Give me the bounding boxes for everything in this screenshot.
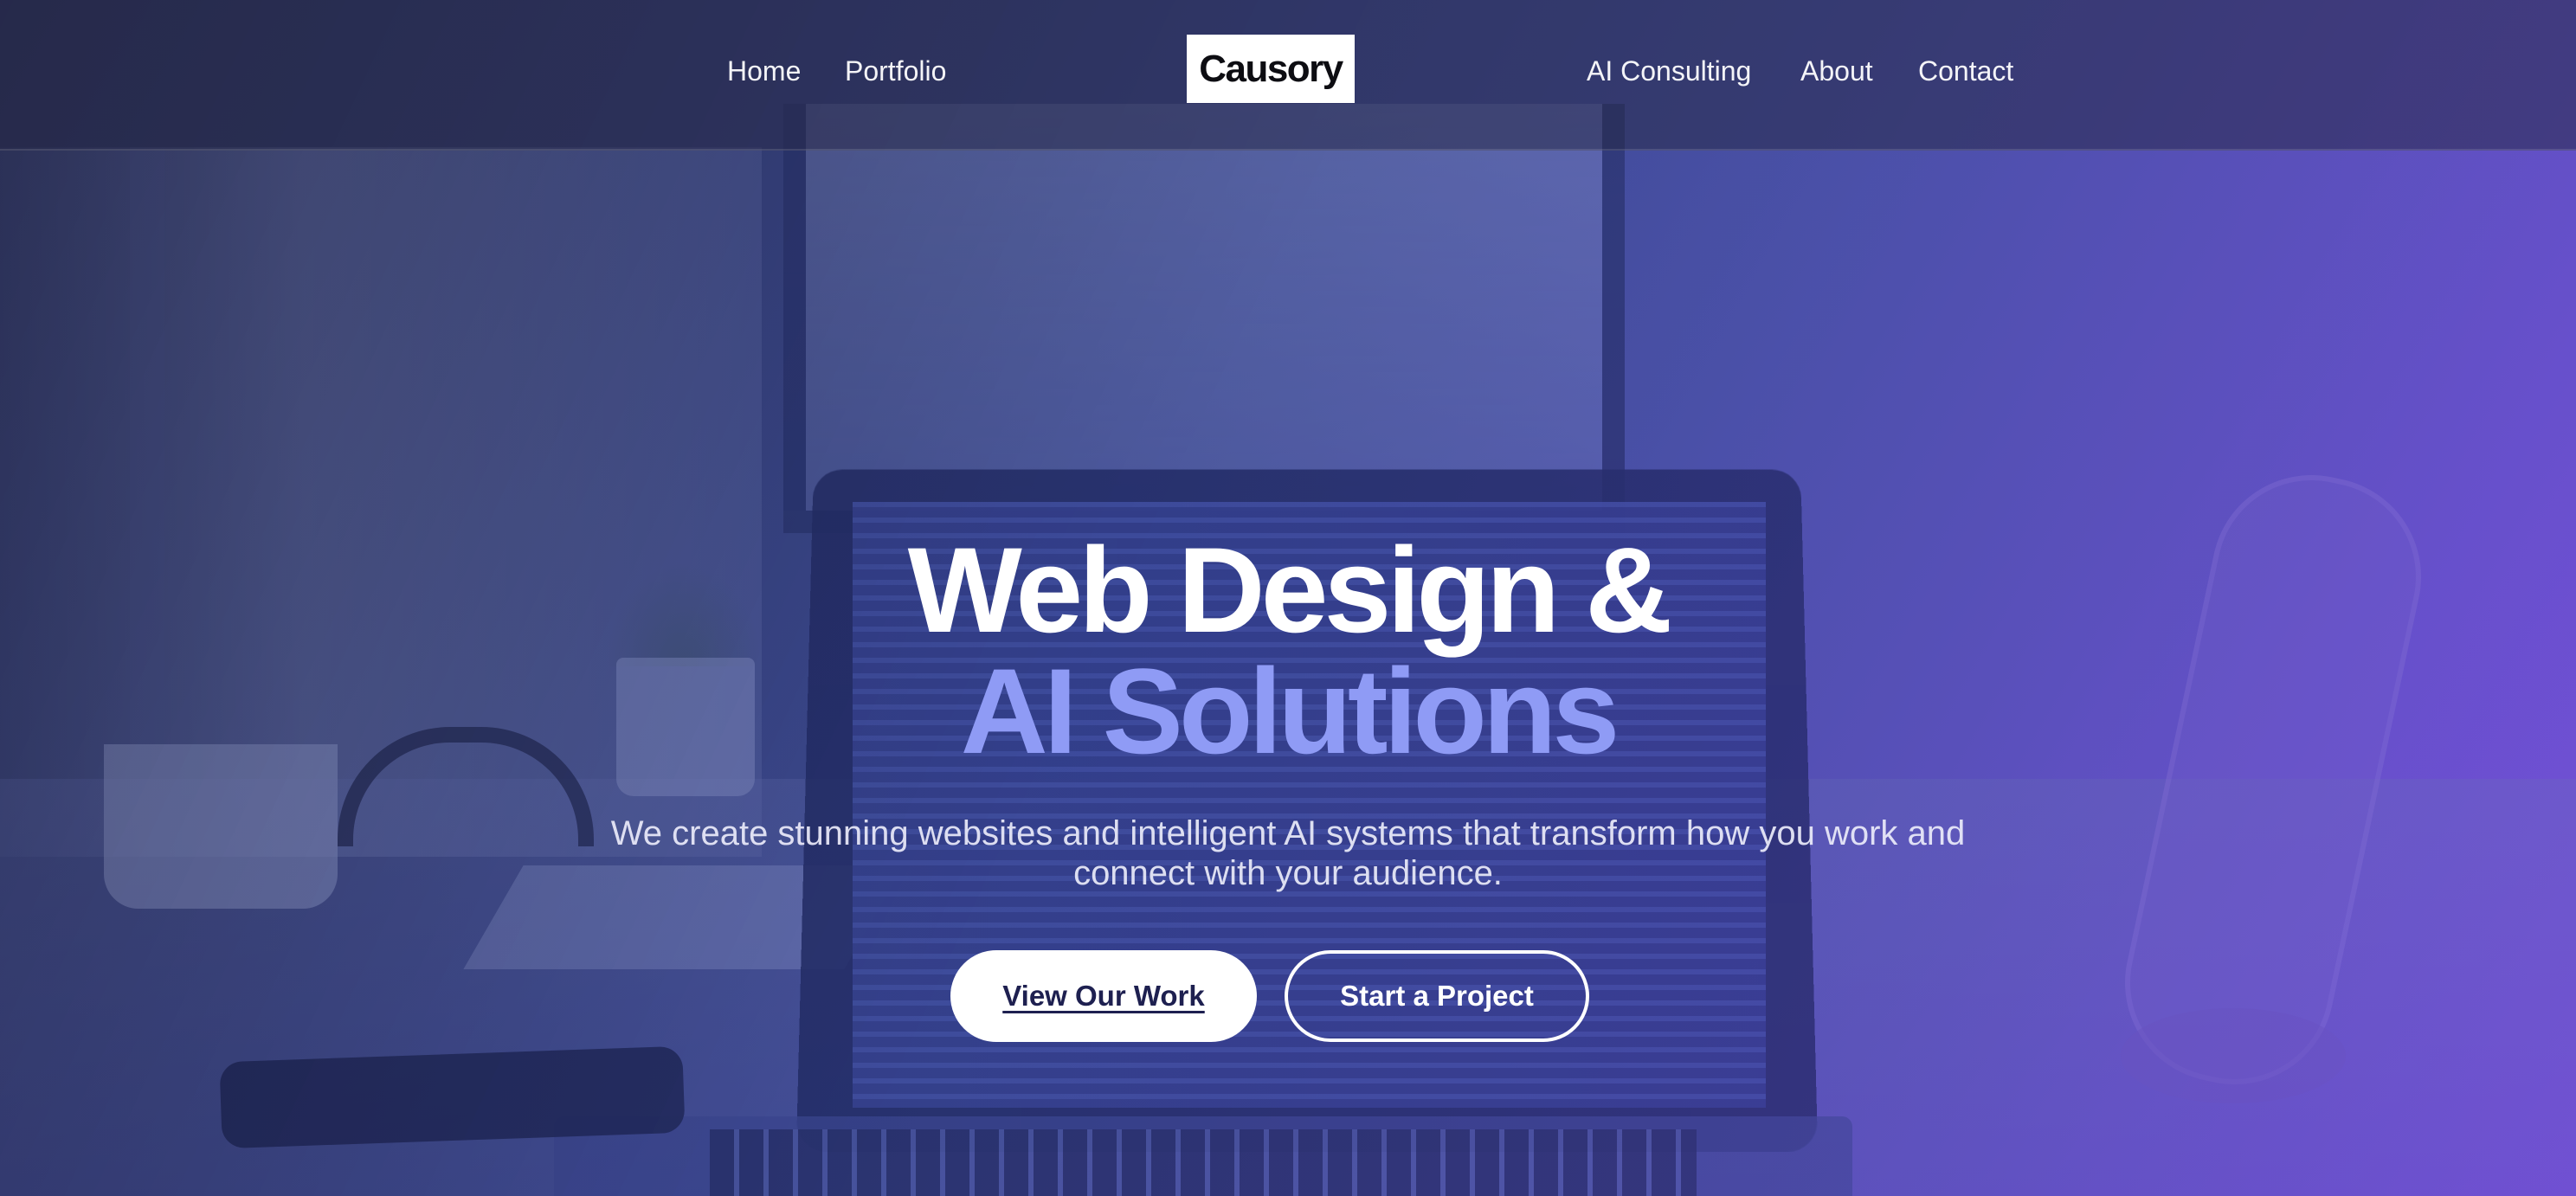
nav-link-ai-consulting[interactable]: AI Consulting	[1587, 55, 1751, 87]
hero-section: Web Design & AI Solutions We create stun…	[0, 0, 2576, 1196]
hero-title: Web Design & AI Solutions	[0, 530, 2576, 772]
hero-title-line-2: AI Solutions	[960, 643, 1620, 779]
nav-link-about[interactable]: About	[1800, 55, 1873, 87]
site-header: Home Portfolio Causory AI Consulting Abo…	[0, 0, 2576, 151]
nav-link-contact[interactable]: Contact	[1918, 55, 2013, 87]
nav-link-home[interactable]: Home	[727, 55, 801, 87]
hero-subtitle: We create stunning websites and intellig…	[610, 814, 1966, 892]
start-a-project-button[interactable]: Start a Project	[1285, 950, 1589, 1042]
site-logo[interactable]: Causory	[1187, 35, 1355, 103]
nav-link-portfolio[interactable]: Portfolio	[845, 55, 946, 87]
hero-title-line-1: Web Design &	[907, 522, 1673, 658]
view-our-work-button[interactable]: View Our Work	[950, 950, 1257, 1042]
